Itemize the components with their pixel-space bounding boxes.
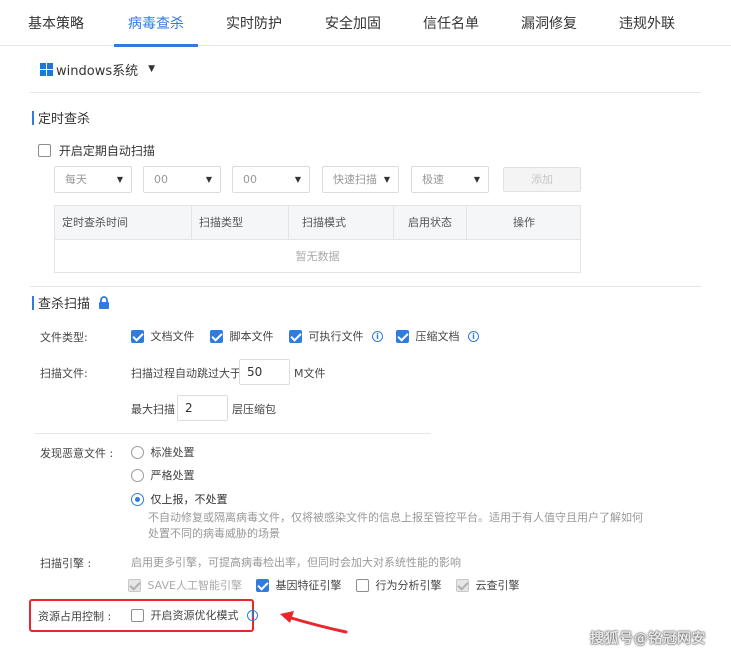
resource-optimization-toggle[interactable]: 开启资源优化模式 i: [131, 607, 258, 623]
column-header: 定时查杀时间: [55, 206, 192, 240]
max-depth-prefix: 最大扫描: [131, 403, 175, 416]
caret-down-icon: ▼: [383, 175, 390, 184]
standard-radio[interactable]: [131, 445, 144, 459]
tab-bar: 基本策略 病毒查杀 实时防护 安全加固 信任名单 漏洞修复 违规外联: [0, 0, 731, 47]
caret-down-icon: ▼: [116, 175, 123, 184]
tab-virus-scan[interactable]: 病毒查杀: [114, 0, 198, 47]
add-schedule-button[interactable]: 添加: [503, 167, 581, 192]
lock-icon: [98, 296, 110, 309]
malicious-file-label: 发现恶意文件 :: [40, 447, 114, 460]
divider: [34, 433, 431, 434]
scan-engine-hint: 启用更多引擎，可提高病毒检出率，但同时会加大对系统性能的影响: [131, 556, 461, 569]
skip-size-input[interactable]: 50: [239, 359, 290, 385]
annotation-arrow-icon: [280, 611, 348, 634]
divider: [30, 92, 701, 93]
cloud-engine-checkbox: [456, 578, 469, 592]
empty-table-text: 暂无数据: [295, 250, 340, 263]
behavior-analysis-checkbox[interactable]: [356, 578, 369, 592]
file-type-archive[interactable]: 压缩文档 i: [396, 328, 479, 344]
tab-security-hardening[interactable]: 安全加固: [325, 0, 381, 46]
archive-checkbox[interactable]: [396, 329, 409, 343]
table-header: 定时查杀时间 扫描类型 扫描模式 启用状态 操作: [55, 206, 580, 240]
column-header: 扫描模式: [289, 206, 394, 240]
scan-files-label: 扫描文件:: [40, 367, 88, 380]
file-type-document[interactable]: 文档文件: [131, 328, 195, 344]
caret-down-icon: ▼: [148, 64, 156, 74]
schedule-table: 定时查杀时间 扫描类型 扫描模式 启用状态 操作 暂无数据: [54, 205, 581, 273]
tab-vulnerability-fix[interactable]: 漏洞修复: [521, 0, 577, 46]
file-types-label: 文件类型:: [40, 331, 88, 344]
caret-down-icon: ▼: [294, 175, 301, 184]
windows-logo-icon: [40, 62, 53, 76]
tab-basic-policy[interactable]: 基本策略: [28, 0, 84, 46]
watermark: 搜狐号@铭冠网安: [590, 631, 706, 647]
resource-control-label: 资源占用控制 :: [38, 610, 112, 623]
save-ai-checkbox: [128, 578, 141, 592]
strict-radio[interactable]: [131, 468, 144, 482]
max-depth-unit: 层压缩包: [232, 403, 276, 416]
info-icon[interactable]: i: [247, 609, 258, 621]
info-icon[interactable]: i: [372, 330, 383, 342]
handling-standard[interactable]: 标准处置: [131, 444, 195, 460]
resource-optimization-checkbox[interactable]: [131, 608, 144, 622]
file-type-script[interactable]: 脚本文件: [210, 328, 274, 344]
file-type-executable[interactable]: 可执行文件 i: [289, 328, 383, 344]
minute-select[interactable]: 00 ▼: [232, 166, 310, 193]
tab-illegal-outreach[interactable]: 违规外联: [619, 0, 675, 46]
frequency-select[interactable]: 每天 ▼: [54, 166, 132, 193]
handling-report-only[interactable]: 仅上报，不处置: [131, 491, 228, 507]
caret-down-icon: ▼: [473, 175, 480, 184]
engine-behavior-analysis[interactable]: 行为分析引擎: [356, 577, 442, 593]
os-selector-label: windows系统: [56, 63, 139, 79]
tab-trust-list[interactable]: 信任名单: [423, 0, 479, 46]
executable-checkbox[interactable]: [289, 329, 302, 343]
caret-down-icon: ▼: [205, 175, 212, 184]
report-only-radio[interactable]: [131, 492, 144, 506]
script-checkbox[interactable]: [210, 329, 223, 343]
divider: [30, 286, 701, 287]
engine-gene-signature[interactable]: 基因特征引擎: [256, 577, 342, 593]
gene-signature-checkbox[interactable]: [256, 578, 269, 592]
section-title-scheduled-scan: 定时查杀: [32, 108, 90, 127]
auto-scan-label: 开启定期自动扫描: [58, 144, 155, 158]
column-header: 操作: [513, 216, 535, 229]
document-checkbox[interactable]: [131, 329, 144, 343]
os-selector[interactable]: windows系统 ▼: [40, 59, 155, 79]
skip-size-prefix: 扫描过程自动跳过大于: [131, 367, 241, 380]
skip-size-unit: M文件: [294, 367, 326, 380]
handling-hint-line2: 处置不同的病毒威胁的场景: [148, 527, 280, 540]
handling-strict[interactable]: 严格处置: [131, 467, 195, 483]
hour-select[interactable]: 00 ▼: [143, 166, 221, 193]
max-depth-input[interactable]: 2: [177, 395, 228, 421]
info-icon[interactable]: i: [468, 330, 479, 342]
engine-cloud: 云查引擎: [456, 577, 520, 593]
scan-engine-label: 扫描引擎 :: [40, 557, 92, 570]
scan-type-select[interactable]: 快速扫描 ▼: [322, 166, 399, 193]
tab-realtime-protection[interactable]: 实时防护: [226, 0, 282, 46]
column-header: 启用状态: [394, 206, 467, 240]
engine-save-ai: SAVE人工智能引擎: [128, 577, 242, 593]
handling-hint-line1: 不自动修复或隔离病毒文件，仅将被感染文件的信息上报至管控平台。适用于有人值守且用…: [148, 511, 643, 524]
scan-speed-select[interactable]: 极速 ▼: [411, 166, 489, 193]
auto-scan-checkbox[interactable]: [38, 144, 51, 157]
auto-scan-toggle[interactable]: 开启定期自动扫描: [38, 142, 155, 159]
section-title-scan: 查杀扫描: [32, 293, 110, 312]
column-header: 扫描类型: [192, 206, 289, 240]
